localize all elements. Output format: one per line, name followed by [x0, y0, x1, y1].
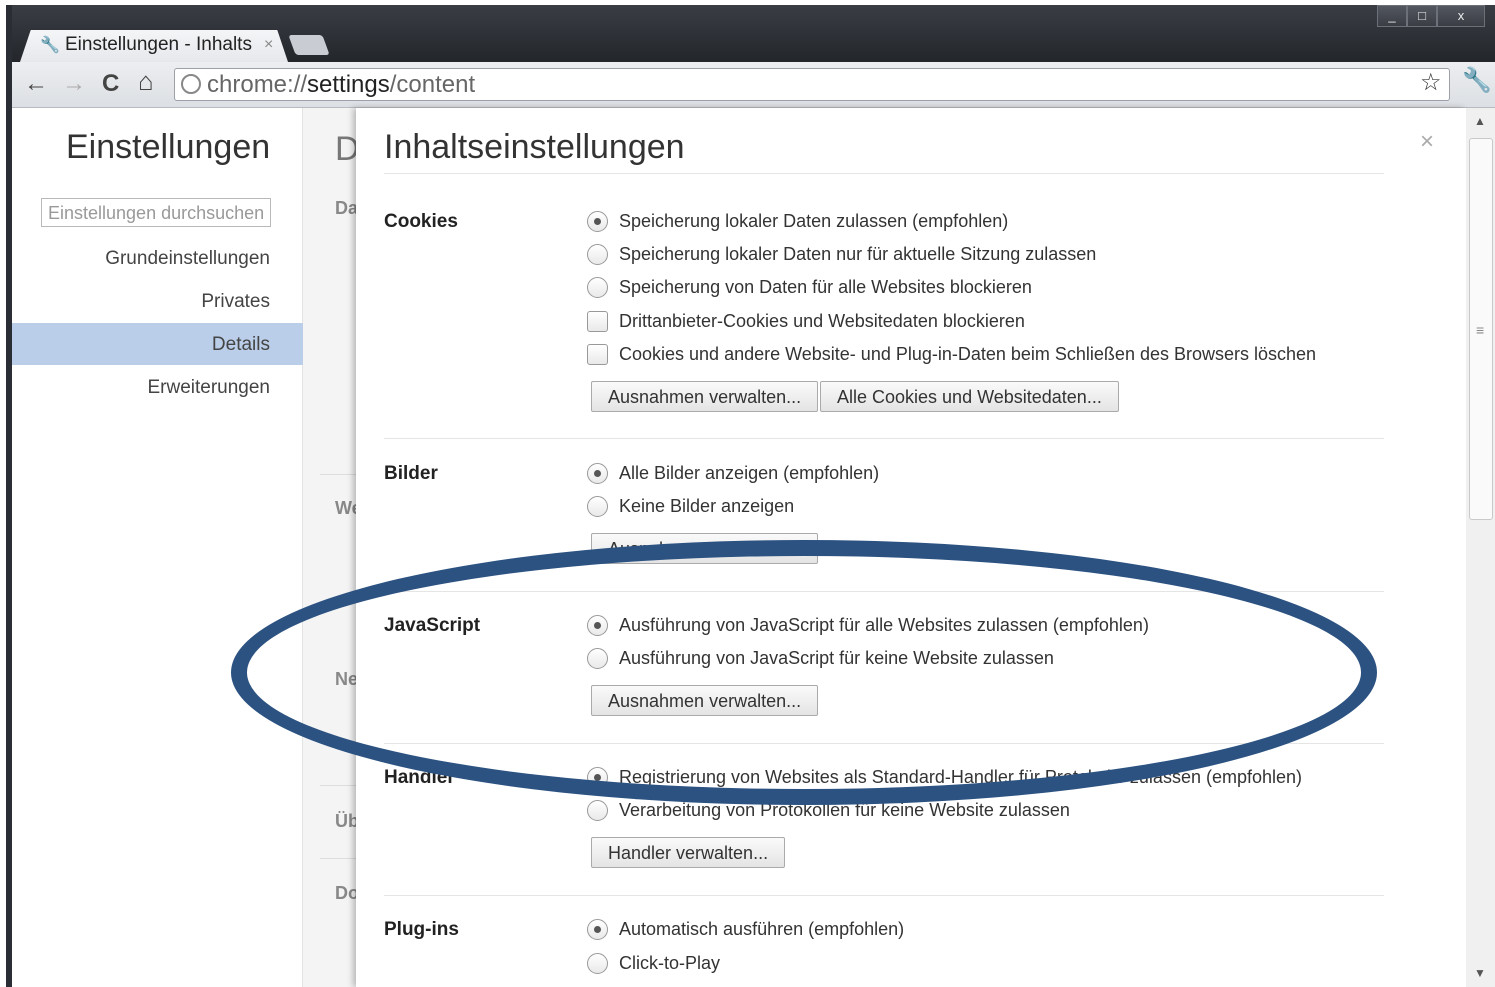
handlers-option[interactable]: Verarbeitung von Protokollen für keine W…	[587, 798, 1070, 822]
back-arrow-icon[interactable]: ←	[24, 70, 48, 98]
background-divider	[320, 858, 358, 859]
radio-button[interactable]	[587, 918, 608, 940]
cookies-checkbox[interactable]: Cookies und andere Website- und Plug-in-…	[587, 342, 1316, 366]
sidebar-item-extensions[interactable]: Erweiterungen	[147, 377, 270, 399]
radio-button[interactable]	[587, 210, 608, 232]
radio-button[interactable]	[587, 495, 608, 517]
checkbox[interactable]	[587, 343, 608, 365]
images-option[interactable]: Keine Bilder anzeigen	[587, 494, 794, 518]
radio-button[interactable]	[587, 243, 608, 265]
radio-button[interactable]	[587, 799, 608, 821]
window-frame-left	[0, 5, 12, 987]
wrench-menu-icon[interactable]: 🔧	[1462, 66, 1492, 95]
images-exceptions-button[interactable]: Ausnahmen verwalten...	[591, 533, 819, 564]
home-icon[interactable]: ⌂	[138, 66, 154, 97]
divider	[384, 173, 1384, 174]
sidebar-item-personal[interactable]: Privates	[201, 291, 270, 313]
settings-sidebar	[12, 108, 303, 987]
close-window-button[interactable]: x	[1437, 5, 1485, 27]
url-text: chrome://settings/content	[207, 71, 476, 98]
bookmark-star-icon[interactable]: ☆	[1420, 68, 1442, 97]
maximize-button[interactable]: □	[1407, 5, 1437, 27]
minimize-button[interactable]: _	[1377, 5, 1407, 27]
divider	[384, 895, 1384, 896]
new-tab-button[interactable]	[288, 35, 330, 55]
radio-button[interactable]	[587, 647, 608, 669]
cookies-exceptions-button[interactable]: Ausnahmen verwalten...	[591, 381, 819, 412]
window-controls: _ □ x	[1377, 5, 1485, 27]
sidebar-item-basics[interactable]: Grundeinstellungen	[105, 248, 270, 270]
settings-search-input[interactable]: Einstellungen durchsuchen	[41, 198, 271, 227]
content-settings-dialog	[356, 108, 1466, 987]
checkbox[interactable]	[587, 310, 608, 332]
all-cookies-button[interactable]: Alle Cookies und Websitedaten...	[820, 381, 1119, 412]
section-label-plugins: Plug-ins	[384, 919, 459, 940]
plugins-option[interactable]: Click-to-Play	[587, 951, 720, 975]
scroll-grip-icon: ≡	[1476, 322, 1485, 338]
section-label-javascript: JavaScript	[384, 615, 481, 636]
wrench-icon: 🔧	[40, 37, 60, 54]
plugins-option[interactable]: Automatisch ausführen (empfohlen)	[587, 917, 904, 941]
background-text: Da	[335, 198, 359, 218]
divider	[384, 591, 1384, 592]
background-page	[303, 108, 358, 987]
section-label-cookies: Cookies	[384, 211, 458, 232]
scroll-up-icon[interactable]: ▲	[1474, 114, 1486, 128]
background-divider	[320, 785, 358, 786]
dialog-close-icon[interactable]: ×	[1420, 128, 1434, 156]
background-text: Ne	[335, 669, 359, 689]
sidebar-title: Einstellungen	[66, 128, 271, 166]
divider	[384, 438, 1384, 439]
radio-button[interactable]	[587, 766, 608, 788]
javascript-option[interactable]: Ausführung von JavaScript für keine Webs…	[587, 646, 1054, 670]
cookies-option[interactable]: Speicherung lokaler Daten zulassen (empf…	[587, 209, 1008, 233]
radio-button[interactable]	[587, 462, 608, 484]
dialog-title: Inhaltseinstellungen	[384, 128, 685, 166]
javascript-option[interactable]: Ausführung von JavaScript für alle Websi…	[587, 613, 1149, 637]
tab-title: Einstellungen - Inhalts	[65, 34, 252, 55]
reload-icon[interactable]: C	[102, 70, 119, 98]
scroll-down-icon[interactable]: ▼	[1474, 966, 1486, 980]
radio-button[interactable]	[587, 614, 608, 636]
radio-button[interactable]	[587, 276, 608, 298]
page-icon	[181, 74, 201, 94]
background-divider	[320, 474, 358, 475]
cookies-option[interactable]: Speicherung lokaler Daten nur für aktuel…	[587, 242, 1096, 266]
tab-close-icon[interactable]: ×	[264, 36, 273, 54]
images-option[interactable]: Alle Bilder anzeigen (empfohlen)	[587, 461, 879, 485]
cookies-option[interactable]: Speicherung von Daten für alle Websites …	[587, 275, 1032, 299]
section-label-handlers: Handler	[384, 767, 455, 788]
javascript-exceptions-button[interactable]: Ausnahmen verwalten...	[591, 685, 819, 716]
cookies-checkbox[interactable]: Drittanbieter-Cookies und Websitedaten b…	[587, 309, 1025, 333]
handlers-option[interactable]: Registrierung von Websites als Standard-…	[587, 765, 1302, 789]
forward-arrow-icon[interactable]: →	[62, 70, 86, 98]
manage-handlers-button[interactable]: Handler verwalten...	[591, 837, 786, 868]
section-label-images: Bilder	[384, 463, 438, 484]
divider	[384, 743, 1384, 744]
radio-button[interactable]	[587, 952, 608, 974]
sidebar-item-details[interactable]: Details	[212, 334, 270, 356]
